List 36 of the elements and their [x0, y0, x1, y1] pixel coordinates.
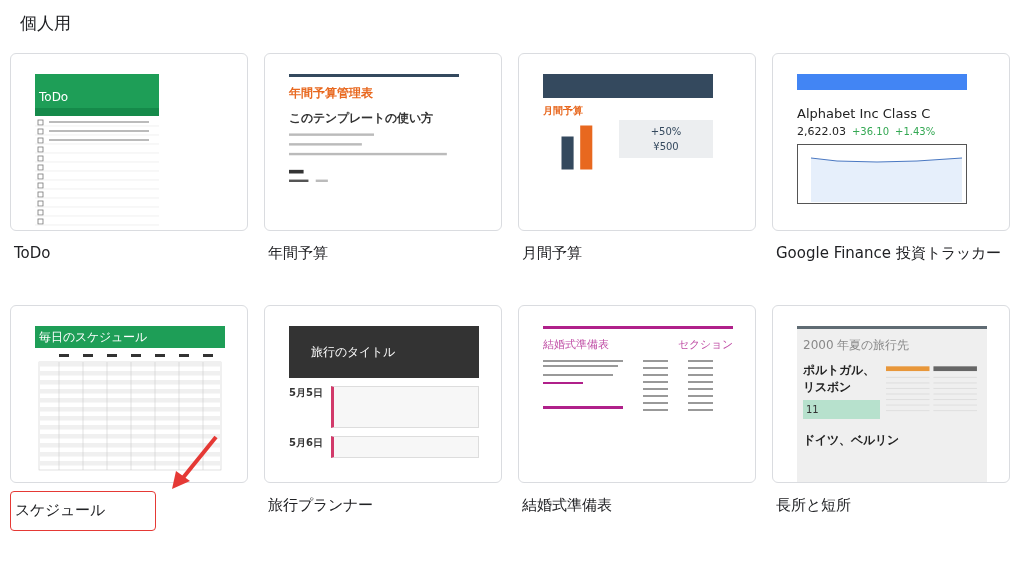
template-thumbnail[interactable]: 2000 年夏の旅行先 ポルトガル、リスボン 11 ドイツ、ベルリン: [772, 305, 1010, 483]
thumbnail-heading: 旅行のタイトル: [311, 343, 395, 361]
pointer-arrow: [170, 435, 220, 491]
template-name[interactable]: 月間予算: [518, 243, 586, 265]
template-thumbnail[interactable]: Alphabet Inc Class C 2,622.03 +36.10 +1.43%: [772, 53, 1010, 231]
template-name[interactable]: 長所と短所: [772, 495, 855, 517]
destination-name: ドイツ、ベルリン: [803, 432, 900, 449]
template-name[interactable]: ToDo: [10, 243, 55, 265]
thumbnail-heading: 2000 年夏の旅行先: [803, 337, 911, 354]
template-name[interactable]: 結婚式準備表: [518, 495, 616, 517]
change-percent: +1.43%: [895, 126, 936, 137]
thumbnail-heading: 毎日のスケジュール: [39, 328, 147, 346]
template-name[interactable]: Google Finance 投資トラッカー: [772, 243, 1005, 265]
section-heading: セクション: [678, 337, 733, 352]
score-cell: 11: [803, 400, 881, 419]
change-value: +36.10: [852, 126, 889, 137]
thumbnail-heading: 年間予算管理表: [289, 85, 374, 102]
percent-value: +50%: [650, 126, 682, 137]
template-thumbnail[interactable]: 結婚式準備表 セクション: [518, 305, 756, 483]
template-thumbnail[interactable]: 月間予算 +50% ¥500: [518, 53, 756, 231]
template-thumbnail[interactable]: 年間予算管理表 このテンプレートの使い方: [264, 53, 502, 231]
template-name[interactable]: 年間予算: [264, 243, 332, 265]
thumbnail-heading: 月間予算: [543, 104, 584, 118]
amount-value: ¥500: [653, 141, 679, 152]
price-value: 2,622.03: [797, 125, 846, 138]
date-label: 5月5日: [289, 386, 324, 400]
thumbnail-heading: Alphabet Inc Class C: [797, 106, 932, 121]
template-thumbnail[interactable]: 旅行のタイトル 5月5日 5月6日: [264, 305, 502, 483]
thumbnail-heading: 結婚式準備表: [543, 337, 609, 352]
section-title: 個人用: [20, 12, 72, 35]
thumbnail-heading: ToDo: [39, 90, 69, 104]
destination-name: ポルトガル、リスボン: [803, 362, 876, 396]
date-label: 5月6日: [289, 436, 324, 450]
thumbnail-subheading: このテンプレートの使い方: [289, 110, 434, 127]
template-name[interactable]: スケジュール: [10, 491, 156, 531]
template-name[interactable]: 旅行プランナー: [264, 495, 377, 517]
